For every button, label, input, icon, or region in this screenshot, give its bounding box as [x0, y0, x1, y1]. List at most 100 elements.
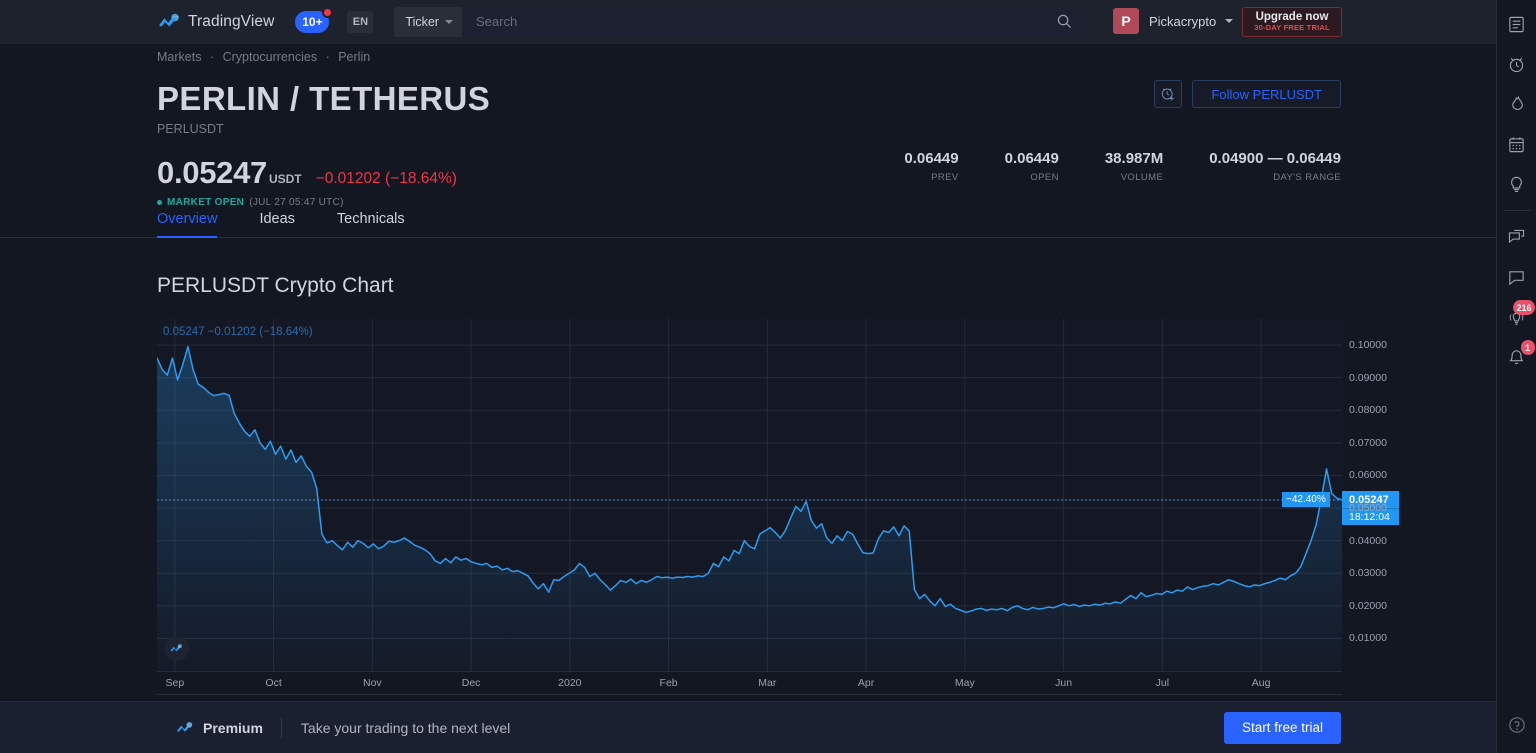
- time-axis-label: Oct: [265, 677, 282, 689]
- tab-technicals[interactable]: Technicals: [337, 211, 405, 237]
- language-label: EN: [352, 15, 369, 28]
- stream-badge: 216: [1513, 300, 1535, 315]
- tab-label: Technicals: [336, 211, 405, 227]
- stat-volume: 38.987M VOLUME: [1105, 150, 1163, 183]
- stat-value: 0.06449: [904, 150, 959, 167]
- price-axis-label: 0.01000: [1349, 632, 1387, 645]
- price-axis-label: 0.08000: [1349, 404, 1387, 417]
- help-question-icon: [1508, 717, 1525, 733]
- language-button[interactable]: EN: [347, 10, 374, 33]
- stat-label: VOLUME: [1120, 172, 1164, 183]
- notifications-badge: 1: [1520, 340, 1535, 355]
- time-axis-label: Feb: [659, 677, 678, 689]
- price-axis-label: 0.07000: [1349, 436, 1387, 449]
- breadcrumb-item-markets[interactable]: Markets: [157, 50, 201, 64]
- last-price: 0.05247: [157, 155, 267, 190]
- notifications-count-badge[interactable]: 10+: [295, 6, 334, 33]
- premium-banner: Premium Take your trading to the next le…: [0, 701, 1496, 753]
- price-axis-label: 0.03000: [1349, 567, 1387, 580]
- sidebar-item-help[interactable]: [1497, 705, 1536, 745]
- time-axis-label: Jun: [1055, 677, 1073, 689]
- stat-label: OPEN: [1030, 172, 1059, 183]
- search-input[interactable]: Search: [476, 14, 517, 29]
- breadcrumb-item-perlin[interactable]: Perlin: [338, 50, 370, 64]
- sidebar-item-stream[interactable]: 216: [1497, 297, 1536, 337]
- divider: [1503, 210, 1530, 211]
- symbol-ticker: PERLUSDT: [157, 122, 224, 136]
- start-free-trial-label: Start free trial: [1241, 720, 1323, 735]
- alarm-clock-add-icon: [1162, 88, 1175, 101]
- chevron-down-icon: [444, 19, 453, 24]
- time-axis-label: Nov: [363, 677, 382, 689]
- breadcrumb-separator: ·: [209, 50, 215, 64]
- chevron-down-icon: [1225, 19, 1234, 23]
- time-axis-label: Sep: [165, 677, 185, 689]
- account-menu[interactable]: P Pickacrypto: [1113, 8, 1234, 34]
- price-axis-label: 0.09000: [1349, 371, 1387, 384]
- private-chat-icon: [1509, 270, 1524, 285]
- stat-label: DAY'S RANGE: [1273, 172, 1341, 183]
- upgrade-now-button[interactable]: Upgrade now 30-DAY FREE TRIAL: [1242, 7, 1342, 37]
- price-axis-label: 0.10000: [1349, 339, 1387, 352]
- price-axis-label: 0.04000: [1349, 534, 1387, 547]
- search-bar[interactable]: Ticker Search: [394, 6, 1085, 37]
- tradingview-symbol-page: TradingView 10+ EN Ticker Search P Picka: [0, 0, 1536, 753]
- upgrade-subtitle: 30-DAY FREE TRIAL: [1254, 23, 1330, 32]
- avatar-letter: P: [1121, 13, 1131, 29]
- tradingview-wordmark: TradingView: [188, 12, 275, 30]
- chart-legend: 0.05247 −0.01202 (−18.64%): [163, 326, 313, 338]
- premium-logo: Premium: [175, 718, 263, 738]
- account-name: Pickacrypto: [1149, 13, 1217, 29]
- hotlist-flame-icon: [1512, 95, 1523, 110]
- tab-overview[interactable]: Overview: [157, 211, 218, 238]
- sidebar-item-private-chat[interactable]: [1497, 257, 1536, 297]
- follow-symbol-label: Follow PERLUSDT: [1211, 86, 1322, 102]
- sidebar-item-watchlist[interactable]: [1497, 4, 1536, 44]
- create-alert-button[interactable]: [1154, 80, 1183, 108]
- quote-actions: Follow PERLUSDT: [1154, 80, 1341, 108]
- sidebar-item-ideas[interactable]: [1497, 164, 1536, 204]
- start-free-trial-button[interactable]: Start free trial: [1223, 711, 1341, 744]
- ideas-lightbulb-icon: [1511, 176, 1522, 192]
- premium-tagline: Take your trading to the next level: [300, 719, 511, 736]
- quote-header: Markets · Cryptocurrencies · Perlin PERL…: [0, 44, 1496, 208]
- tab-ideas[interactable]: Ideas: [259, 211, 294, 237]
- price-chart[interactable]: 0.05247 −0.01202 (−18.64%) −42.40% 0.052…: [157, 319, 1399, 671]
- time-axis-label: Mar: [758, 677, 777, 689]
- stat-prev: 0.06449 PREV: [904, 150, 958, 183]
- breadcrumb-separator: ·: [325, 50, 330, 64]
- divider: [280, 717, 282, 738]
- sidebar-item-notifications[interactable]: 1: [1497, 337, 1536, 377]
- stat-value: 38.987M: [1104, 150, 1164, 167]
- avatar: P: [1113, 8, 1139, 34]
- watchlist-icon: [1509, 16, 1524, 32]
- time-axis-label: Aug: [1251, 677, 1271, 689]
- sidebar-item-public-chat[interactable]: [1497, 217, 1536, 257]
- search-type-selector[interactable]: Ticker: [394, 6, 462, 37]
- stat-value: 0.04900 — 0.06449: [1209, 150, 1341, 167]
- quote-statistics: 0.06449 PREV 0.06449 OPEN 38.987M VOLUME…: [904, 150, 1341, 183]
- follow-symbol-button[interactable]: Follow PERLUSDT: [1192, 80, 1341, 108]
- time-axis-label: Apr: [857, 677, 875, 689]
- time-axis-label: Jul: [1155, 677, 1170, 689]
- search-icon[interactable]: [1057, 14, 1072, 29]
- chart-canvas[interactable]: [157, 319, 1342, 671]
- upgrade-title: Upgrade now: [1255, 11, 1329, 23]
- price-change: −0.01202 (−18.64%): [315, 170, 457, 187]
- tab-label: Overview: [157, 211, 218, 227]
- time-axis-label: May: [954, 677, 975, 689]
- sidebar-item-calendar[interactable]: [1497, 124, 1536, 164]
- price-axis-label: 0.06000: [1349, 469, 1387, 482]
- sidebar-item-hotlist[interactable]: [1497, 84, 1536, 124]
- tradingview-logo-link[interactable]: TradingView: [157, 10, 274, 34]
- tradingview-logo-icon: [176, 721, 193, 732]
- price-axis[interactable]: 0.05247 18:12:04 0.10000 0.09000 0.08000 0.…: [1342, 319, 1399, 671]
- time-axis[interactable]: Sep Oct Nov Dec 2020 Feb Mar Apr May Jun Jul Aug: [157, 671, 1342, 693]
- top-header: TradingView 10+ EN Ticker Search P Picka: [0, 0, 1496, 44]
- sidebar-item-alerts[interactable]: [1497, 44, 1536, 84]
- breadcrumb-item-cryptocurrencies[interactable]: Cryptocurrencies: [223, 50, 317, 64]
- alarm-clock-icon: [1509, 57, 1524, 72]
- right-sidebar: 216 1: [1496, 0, 1536, 753]
- price-axis-label: 0.05000: [1349, 502, 1387, 515]
- time-axis-label: Dec: [461, 677, 481, 689]
